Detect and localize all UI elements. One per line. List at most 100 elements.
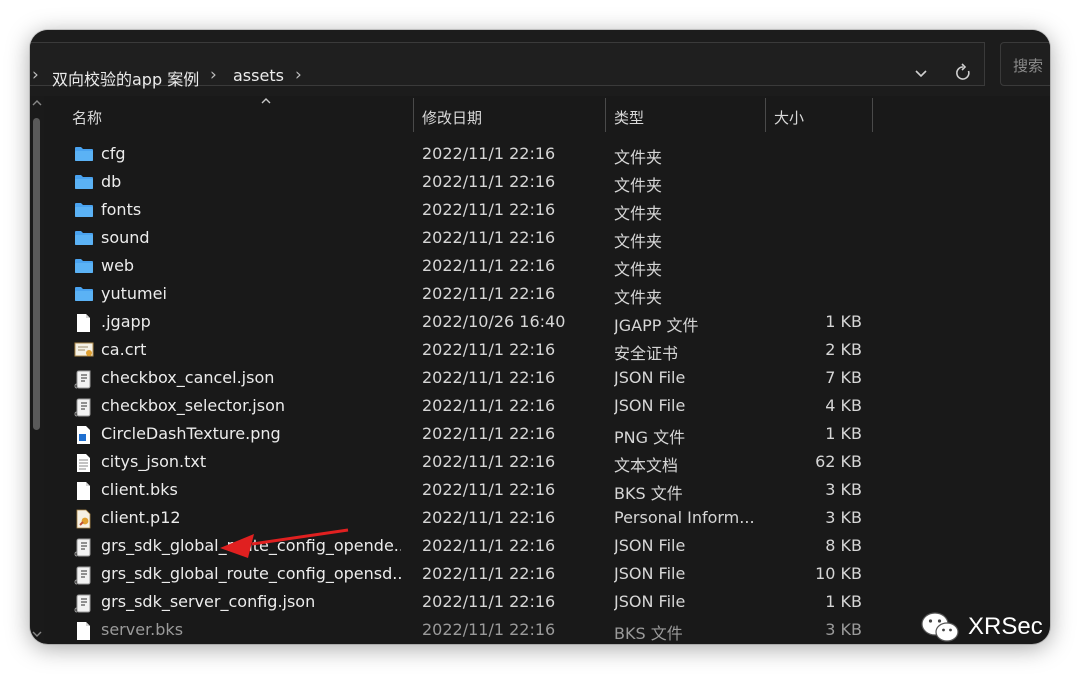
folder-icon [74,285,94,305]
breadcrumb-separator[interactable]: › [32,65,39,85]
file-name: yutumei [101,284,167,303]
file-size: 1 KB [825,424,862,443]
file-row[interactable]: grs_sdk_global_route_config_opende...202… [44,532,1050,560]
file-row[interactable]: sound 2022/11/1 22:16 文件夹 [44,224,1050,252]
file-type: JSON File [614,396,686,415]
file-name: citys_json.txt [101,452,207,471]
column-header-type[interactable]: 类型 [614,96,764,136]
file-row[interactable]: CircleDashTexture.png 2022/11/1 22:16 PNG … [44,420,1050,448]
text-file-icon [74,453,94,473]
file-type: Personal Inform... [614,508,755,527]
file-type: 文件夹 [614,176,663,195]
file-size: 3 KB [825,620,862,639]
file-date: 2022/11/1 22:16 [422,424,556,443]
address-bar-area: › 双向校验的app 案例 › assets › 搜索 [30,30,1050,96]
sort-ascending-icon [260,94,272,108]
file-type: 文本文档 [614,456,679,475]
file-row[interactable]: ca.crt 2022/11/1 22:16 安全证书 2 KB [44,336,1050,364]
refresh-icon[interactable] [954,63,972,88]
file-row[interactable]: yutumei 2022/11/1 22:16 文件夹 [44,280,1050,308]
chevron-down-icon[interactable] [914,67,928,85]
file-row[interactable]: client.bks 2022/11/1 22:16 BKS 文件 3 KB [44,476,1050,504]
vertical-scrollbar[interactable] [30,96,44,644]
file-row[interactable]: client.p12 2022/11/1 22:16 Personal Inform… [44,504,1050,532]
file-date: 2022/11/1 22:16 [422,452,556,471]
file-size: 8 KB [825,536,862,555]
column-divider[interactable] [765,98,766,132]
file-type: 文件夹 [614,148,663,167]
column-divider[interactable] [605,98,606,132]
file-type: JSON File [614,592,686,611]
watermark-text: XRSec [968,613,1043,640]
file-row[interactable]: grs_sdk_global_route_config_opensd... 202… [44,560,1050,588]
scrollbar-thumb[interactable] [33,118,40,430]
wechat-icon [921,612,959,642]
file-date: 2022/11/1 22:16 [422,284,556,303]
file-name: db [101,172,122,191]
file-date: 2022/10/26 16:40 [422,312,566,331]
file-type: JSON File [614,536,686,555]
file-size: 4 KB [825,396,862,415]
file-row[interactable]: fonts 2022/11/1 22:16 文件夹 [44,196,1050,224]
file-date: 2022/11/1 22:16 [422,228,556,247]
address-bar[interactable]: › 双向校验的app 案例 › assets › [30,42,985,89]
file-name: client.bks [101,480,178,499]
file-explorer-window: › 双向校验的app 案例 › assets › 搜索 名称 修改日期 类型 大… [30,30,1050,644]
breadcrumb-item-assets[interactable]: assets [233,66,284,85]
breadcrumb-separator[interactable]: › [295,65,302,85]
file-name: grs_sdk_global_route_config_opensd... [101,564,401,583]
folder-icon [74,201,94,221]
file-size: 10 KB [815,564,862,583]
folder-icon [74,257,94,277]
file-row[interactable]: db 2022/11/1 22:16 文件夹 [44,168,1050,196]
file-date: 2022/11/1 22:16 [422,592,556,611]
file-size: 1 KB [825,592,862,611]
file-date: 2022/11/1 22:16 [422,396,556,415]
file-type: BKS 文件 [614,624,683,643]
breadcrumb-item-project[interactable]: 双向校验的app 案例 [52,66,199,90]
file-row[interactable]: web 2022/11/1 22:16 文件夹 [44,252,1050,280]
file-type: JSON File [614,368,686,387]
file-name: cfg [101,144,126,163]
folder-icon [74,145,94,165]
scroll-up-icon[interactable] [31,98,43,111]
file-type: 安全证书 [614,344,679,363]
file-row[interactable]: cfg 2022/11/1 22:16 文件夹 [44,140,1050,168]
file-date: 2022/11/1 22:16 [422,340,556,359]
file-name: sound [101,228,150,247]
folder-icon [74,229,94,249]
file-icon [74,313,94,333]
file-row[interactable]: grs_sdk_server_config.json 2022/11/1 22:1… [44,588,1050,616]
column-header-date[interactable]: 修改日期 [422,96,602,136]
file-name: checkbox_cancel.json [101,368,275,387]
certificate-icon [74,341,94,361]
file-row[interactable]: citys_json.txt 2022/11/1 22:16 文本文档 62 KB [44,448,1050,476]
folder-icon [74,173,94,193]
file-date: 2022/11/1 22:16 [422,508,556,527]
personal-cert-icon [74,509,94,529]
file-row[interactable]: checkbox_cancel.json 2022/11/1 22:16 JSON … [44,364,1050,392]
file-row[interactable]: checkbox_selector.json 2022/11/1 22:16 JSO… [44,392,1050,420]
file-size: 2 KB [825,340,862,359]
column-header-name[interactable]: 名称 [72,96,412,136]
column-divider[interactable] [413,98,414,132]
file-list: cfg 2022/11/1 22:16 文件夹 db 2022/11/1 22:16 文件… [44,140,1050,644]
file-date: 2022/11/1 22:16 [422,480,556,499]
file-date: 2022/11/1 22:16 [422,256,556,275]
column-header-size[interactable]: 大小 [774,96,874,136]
search-input[interactable]: 搜索 [1000,42,1050,86]
file-date: 2022/11/1 22:16 [422,620,556,639]
red-arrow-annotation [220,528,349,558]
column-divider[interactable] [872,98,873,132]
breadcrumb-separator[interactable]: › [210,65,217,85]
column-header-row: 名称 修改日期 类型 大小 [44,96,1050,136]
scroll-down-icon[interactable] [31,629,43,642]
file-date: 2022/11/1 22:16 [422,536,556,555]
file-type: 文件夹 [614,204,663,223]
file-date: 2022/11/1 22:16 [422,172,556,191]
search-placeholder: 搜索 [1013,57,1044,75]
file-size: 7 KB [825,368,862,387]
file-row[interactable]: .jgapp 2022/10/26 16:40 JGAPP 文件 1 KB [44,308,1050,336]
file-row[interactable]: server.bks 2022/11/1 22:16 BKS 文件 3 KB [44,616,1050,644]
file-name: fonts [101,200,142,219]
